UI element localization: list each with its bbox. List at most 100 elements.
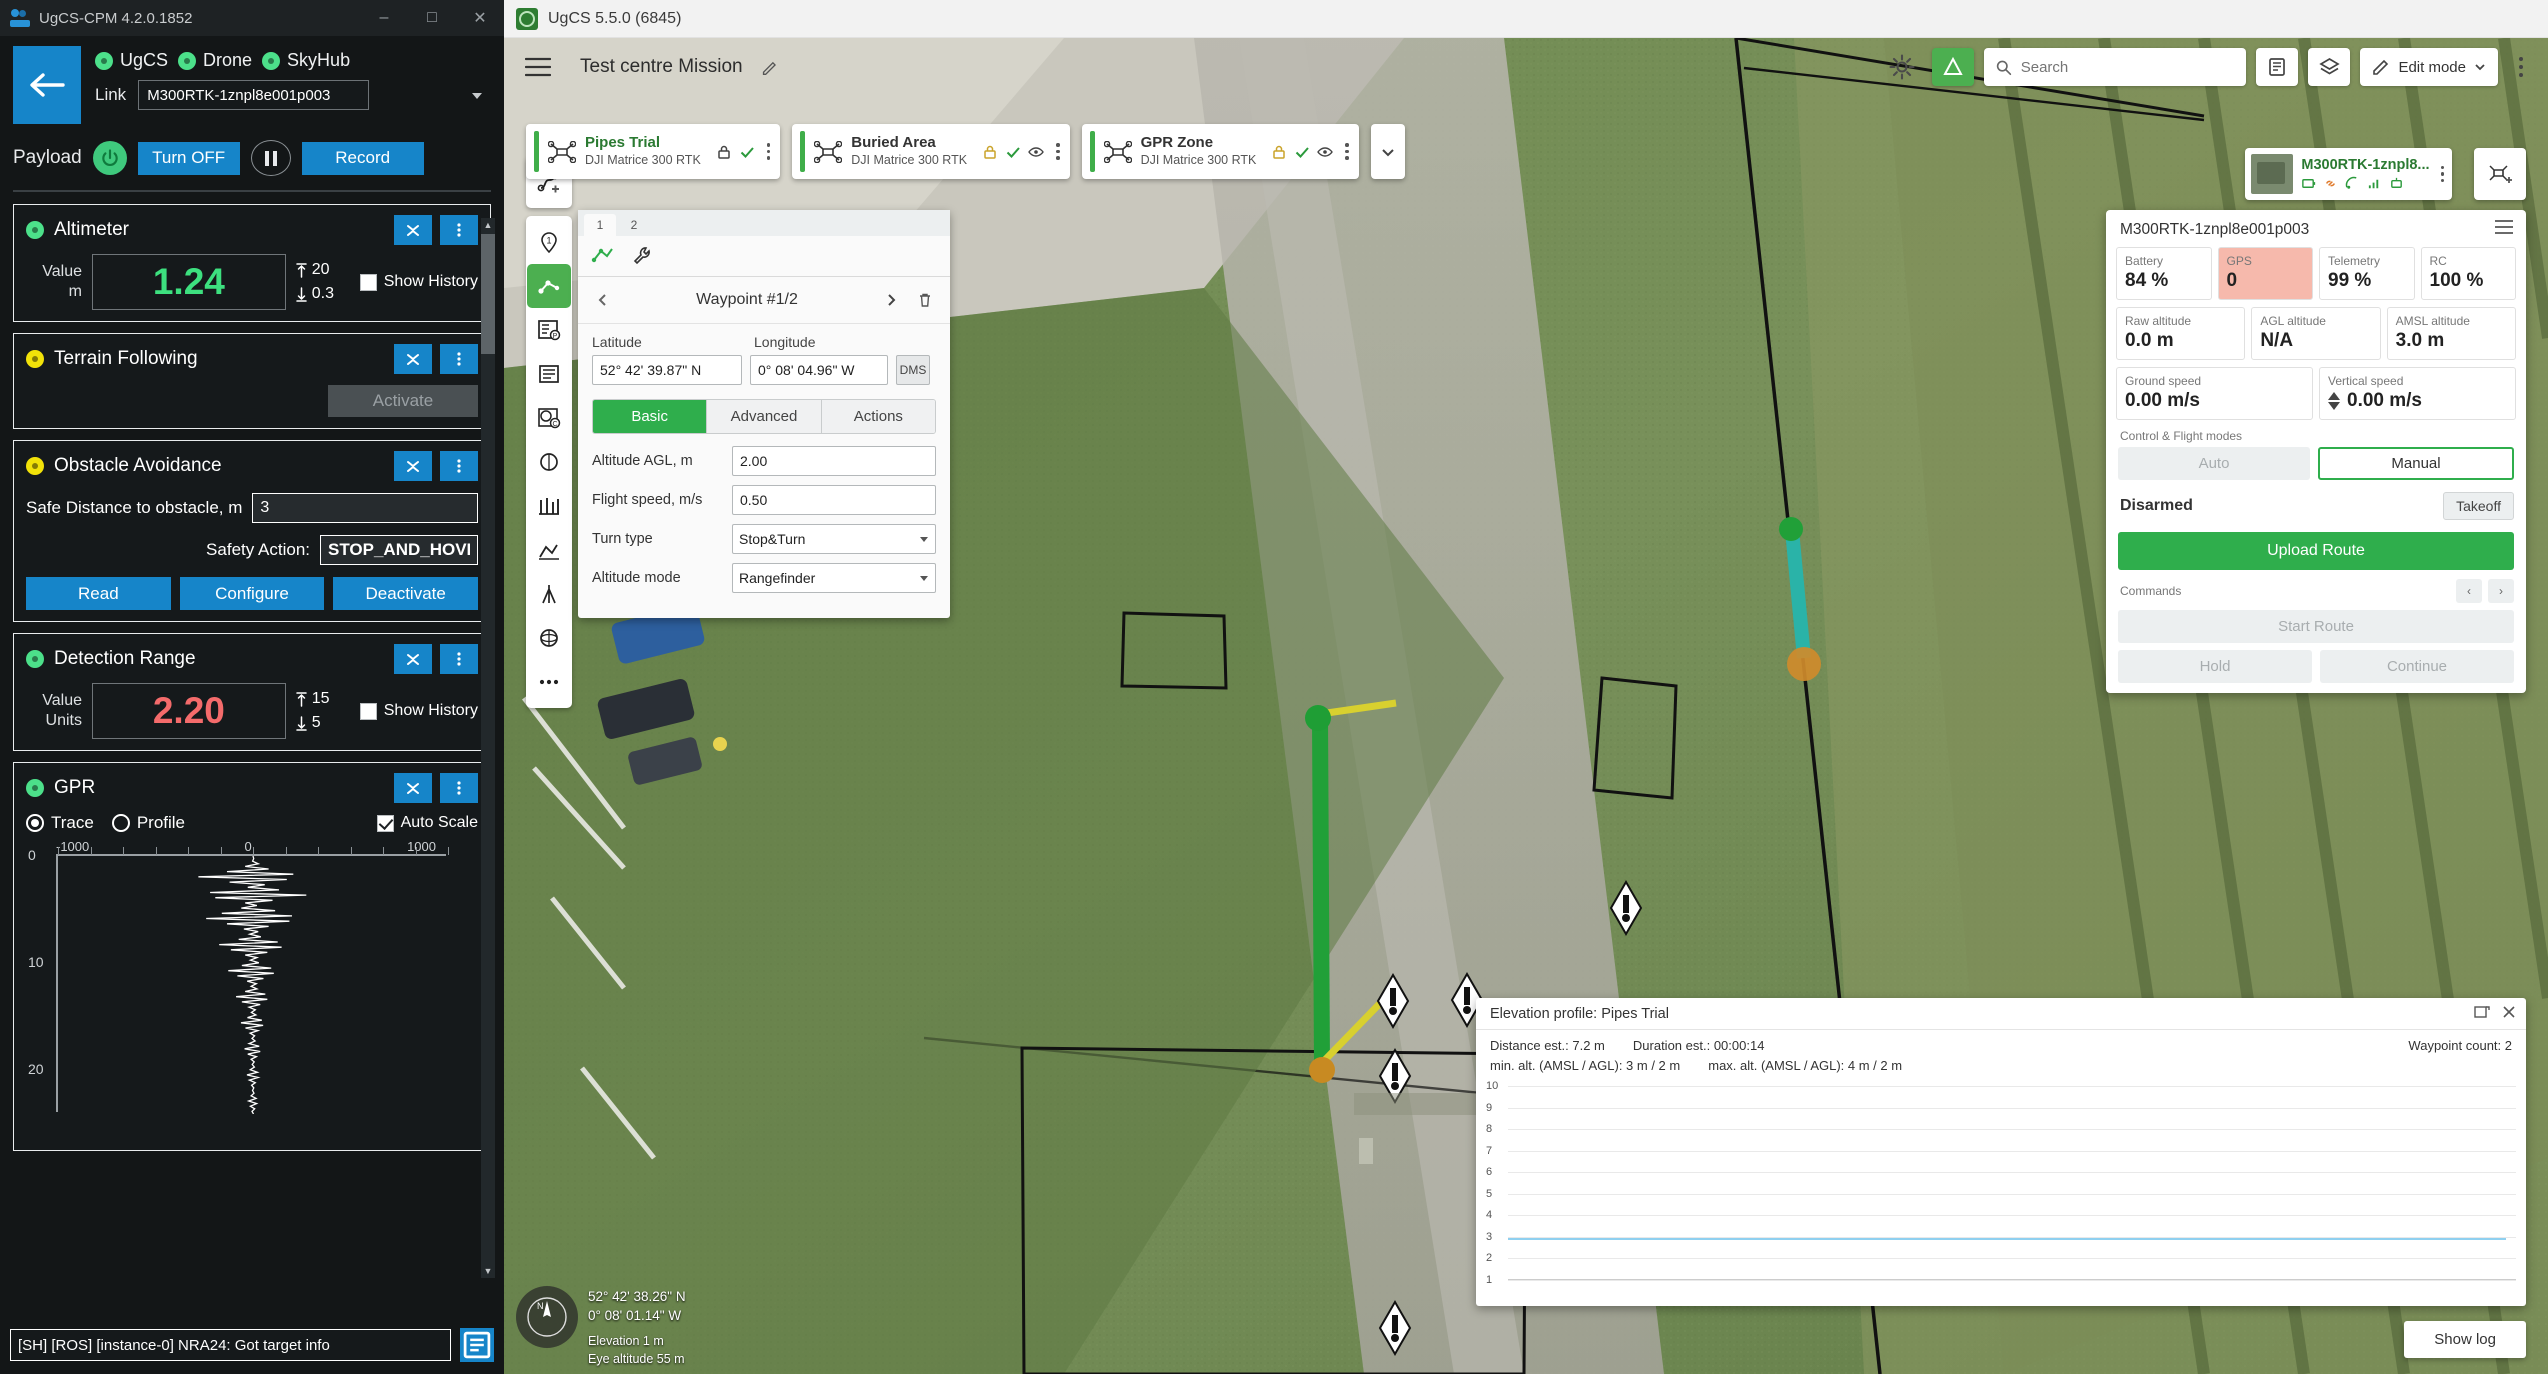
search-input[interactable]	[2020, 58, 2235, 76]
close-icon[interactable]: ✕	[456, 0, 504, 36]
area-scan-tool[interactable]	[527, 352, 571, 396]
tower-tool[interactable]	[527, 572, 571, 616]
next-waypoint-button[interactable]	[878, 287, 904, 313]
lock-icon[interactable]	[1271, 144, 1287, 160]
collapse-expand-button[interactable]	[394, 344, 432, 374]
altimeter-show-history[interactable]: Show History	[359, 273, 478, 291]
show-log-button[interactable]: Show log	[2404, 1321, 2526, 1358]
pause-button[interactable]	[250, 140, 291, 176]
turn-off-button[interactable]: Turn OFF	[137, 141, 240, 175]
minimize-icon[interactable]: –	[360, 0, 408, 36]
tab-basic[interactable]: Basic	[593, 400, 708, 433]
deactivate-button[interactable]: Deactivate	[333, 577, 479, 610]
more-menu-button[interactable]	[2508, 48, 2534, 86]
power-toggle-button[interactable]	[92, 141, 127, 175]
more-tools-button[interactable]	[527, 660, 571, 704]
check-icon[interactable]	[739, 144, 755, 160]
map-compass[interactable]: N	[516, 1286, 578, 1348]
hold-button[interactable]: Hold	[2118, 650, 2312, 683]
lock-icon[interactable]	[716, 144, 732, 160]
route-card-1[interactable]: Buried Area DJI Matrice 300 RTK	[792, 124, 1070, 179]
scroll-down-icon[interactable]: ▼	[481, 1264, 495, 1278]
scan-3d-tool[interactable]	[527, 616, 571, 660]
photogrammetry-tool[interactable]: P	[527, 308, 571, 352]
prev-waypoint-button[interactable]	[590, 287, 616, 313]
elevation-close-button[interactable]	[2502, 1005, 2516, 1023]
commands-next-button[interactable]: ›	[2488, 579, 2514, 603]
vehicle-mode-button[interactable]	[1932, 48, 1975, 86]
latitude-input[interactable]	[592, 355, 742, 385]
back-button[interactable]	[13, 46, 81, 124]
route-card-menu[interactable]	[1056, 143, 1060, 160]
vehicle-chip[interactable]: M300RTK-1znpl8...	[2245, 148, 2452, 200]
layers-button[interactable]	[2308, 48, 2351, 86]
perimeter-tool[interactable]	[527, 440, 571, 484]
delete-waypoint-button[interactable]	[912, 287, 938, 313]
notes-button[interactable]	[2256, 48, 2299, 86]
vehicle-chip-menu[interactable]	[2440, 165, 2444, 183]
gpr-auto-scale[interactable]: Auto Scale	[376, 814, 478, 832]
tab-actions[interactable]: Actions	[821, 400, 935, 433]
takeoff-button[interactable]: Takeoff	[2443, 492, 2514, 520]
commands-prev-button[interactable]: ‹	[2456, 579, 2482, 603]
collapse-expand-button[interactable]	[394, 215, 432, 245]
checkbox-icon[interactable]	[359, 702, 377, 720]
facade-tool[interactable]	[527, 528, 571, 572]
waypoint-tool[interactable]: 1	[527, 220, 571, 264]
route-line-tool-icon[interactable]	[588, 242, 618, 268]
route-card-0[interactable]: Pipes Trial DJI Matrice 300 RTK	[526, 124, 781, 179]
collapse-expand-button[interactable]	[394, 644, 432, 674]
gpr-radio-profile[interactable]: Profile	[111, 813, 185, 833]
gpr-radio-trace[interactable]: Trace	[26, 813, 94, 833]
turn-type-select[interactable]: Stop&Turn	[732, 524, 936, 554]
upload-route-button[interactable]: Upload Route	[2118, 532, 2514, 570]
route-card-menu[interactable]	[1345, 143, 1349, 160]
waypoint-tab-1[interactable]: 1	[584, 214, 616, 236]
corridor-tool[interactable]	[527, 484, 571, 528]
detection-show-history[interactable]: Show History	[359, 702, 478, 720]
altitude-agl-input[interactable]	[732, 446, 936, 476]
link-select[interactable]	[138, 80, 370, 110]
route-card-2[interactable]: GPR Zone DJI Matrice 300 RTK	[1081, 124, 1359, 179]
tab-advanced[interactable]: Advanced	[707, 400, 822, 433]
route-card-menu[interactable]	[766, 143, 771, 160]
altitude-mode-select[interactable]: Rangefinder	[732, 563, 936, 593]
more-options-button[interactable]	[440, 215, 478, 245]
more-options-button[interactable]	[440, 344, 478, 374]
start-route-button[interactable]: Start Route	[2118, 610, 2514, 643]
scrollbar-thumb[interactable]	[481, 234, 495, 354]
configure-button[interactable]: Configure	[179, 577, 325, 610]
route-segment-tool[interactable]	[527, 264, 571, 308]
flight-speed-input[interactable]	[732, 485, 936, 515]
circle-scan-tool[interactable]: C	[527, 396, 571, 440]
radio-icon[interactable]	[111, 814, 130, 832]
safety-action-input[interactable]	[320, 535, 478, 565]
record-button[interactable]: Record	[301, 141, 424, 175]
dms-toggle-button[interactable]: DMS	[896, 355, 930, 385]
safe-distance-input[interactable]	[252, 493, 478, 523]
menu-button[interactable]	[518, 47, 558, 87]
telemetry-menu-button[interactable]	[2494, 219, 2514, 240]
longitude-input[interactable]	[750, 355, 888, 385]
eye-icon[interactable]	[1028, 144, 1044, 160]
more-options-button[interactable]	[440, 644, 478, 674]
continue-button[interactable]: Continue	[2320, 650, 2514, 683]
lock-icon[interactable]	[982, 144, 998, 160]
add-vehicle-button[interactable]	[2474, 148, 2526, 200]
routes-expand-button[interactable]	[1370, 124, 1405, 179]
more-options-button[interactable]	[440, 773, 478, 803]
radio-icon[interactable]	[26, 814, 44, 832]
elevation-popout-button[interactable]	[2474, 1005, 2490, 1023]
search-box[interactable]	[1984, 48, 2247, 86]
eye-icon[interactable]	[1317, 144, 1334, 160]
waypoint-tab-2[interactable]: 2	[618, 214, 650, 236]
checkbox-icon[interactable]	[359, 273, 377, 291]
terrain-activate-button[interactable]: Activate	[328, 385, 478, 417]
mode-auto-button[interactable]: Auto	[2118, 447, 2310, 480]
edit-mode-button[interactable]: Edit mode	[2360, 48, 2498, 86]
collapse-expand-button[interactable]	[394, 451, 432, 481]
more-options-button[interactable]	[440, 451, 478, 481]
checkbox-icon[interactable]	[376, 814, 394, 832]
check-icon[interactable]	[1294, 144, 1310, 160]
log-button[interactable]	[460, 1328, 494, 1362]
